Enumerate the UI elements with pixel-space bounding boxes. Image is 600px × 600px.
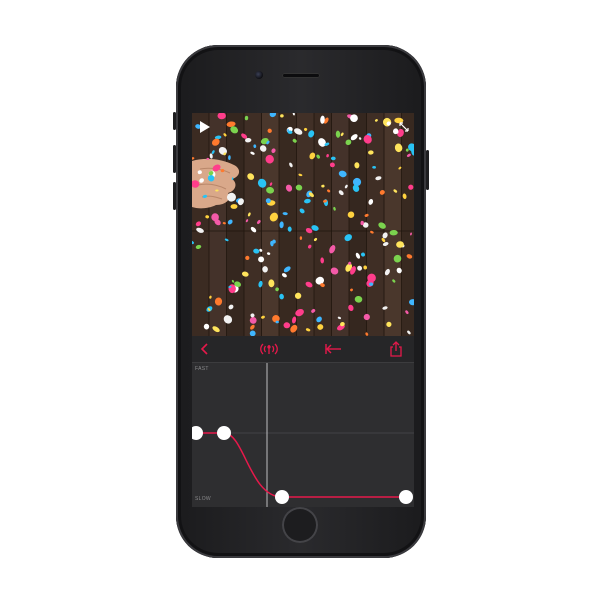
confetti-scene [192,113,414,336]
expand-icon[interactable] [398,121,410,133]
power-button [426,150,429,190]
slow-label: SLOW [195,496,211,502]
front-camera [255,71,263,79]
curve-point [275,490,289,504]
share-button[interactable] [387,340,405,358]
app-screen: FAST SLOW [192,113,414,507]
volume-up-button [173,145,176,173]
trim-start-button[interactable] [322,340,344,358]
home-button[interactable] [282,507,318,543]
video-preview[interactable] [192,113,414,336]
broadcast-icon [260,343,278,355]
arrow-to-start-icon [325,344,341,354]
speed-curve-canvas [192,363,414,507]
curve-point [192,426,203,440]
play-icon[interactable] [198,120,212,134]
speed-graph[interactable]: FAST SLOW [192,363,414,507]
fast-label: FAST [195,366,209,372]
share-icon [390,341,402,357]
curve-point [217,426,231,440]
mute-switch [173,112,176,130]
audio-button[interactable] [258,340,280,358]
earpiece-speaker [282,73,320,78]
toolbar [192,336,414,363]
chevron-left-icon [200,343,208,355]
speed-curve [196,432,406,498]
volume-down-button [173,182,176,210]
back-button[interactable] [198,340,212,358]
curve-point [399,490,413,504]
